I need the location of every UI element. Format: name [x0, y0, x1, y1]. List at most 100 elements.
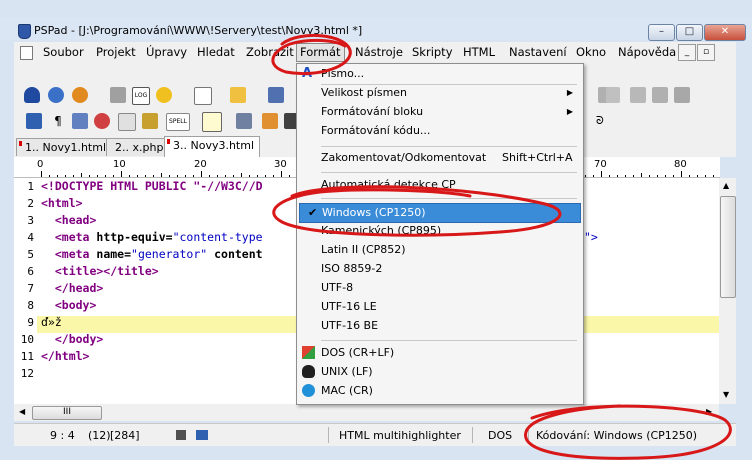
line-number: 1 [27, 180, 34, 193]
save-project-icon[interactable] [72, 87, 88, 103]
tab-novy1[interactable]: 1.. Novy1.html [16, 138, 112, 156]
lock-icon[interactable] [142, 113, 158, 129]
menu-html[interactable]: HTML [463, 45, 495, 59]
scroll-right-arrow-icon[interactable]: ▶ [706, 407, 712, 416]
menu-item-label: Latin II (CP852) [321, 243, 406, 256]
menu-upravy[interactable]: Úpravy [146, 45, 187, 59]
ruler-tick [161, 173, 162, 177]
indent-icon[interactable] [236, 113, 252, 129]
menu-skripty[interactable]: Skripty [412, 45, 453, 59]
save-file-icon[interactable] [268, 87, 284, 103]
cut-icon[interactable] [606, 87, 620, 103]
wrap-icon[interactable] [26, 113, 42, 129]
vertical-scrollbar[interactable]: ▲ ▼ [719, 178, 736, 404]
menu-item-utf8[interactable]: UTF-8 [297, 279, 581, 297]
vertical-scroll-thumb[interactable] [720, 196, 736, 298]
line-number: 2 [27, 197, 34, 210]
ruler-tick [273, 175, 274, 177]
minimize-button[interactable]: – [648, 24, 675, 41]
code-tag: <meta [41, 247, 90, 261]
log-icon[interactable]: LOG [132, 87, 150, 105]
menu-separator [321, 146, 577, 147]
font-a-icon: A [302, 66, 313, 81]
highlighter-icon[interactable] [202, 112, 222, 132]
ruler-tick [185, 175, 186, 177]
menu-nastroje[interactable]: Nástroje [355, 45, 403, 59]
encoding-status[interactable]: Kódování: Windows (CP1250) [536, 429, 697, 442]
menu-item-latin2[interactable]: Latin II (CP852) [297, 241, 581, 259]
menu-item-utf16-be[interactable]: UTF-16 BE [297, 317, 581, 335]
menu-bar: Soubor Projekt Úpravy Hledat Zobrazit Fo… [14, 42, 736, 63]
document-icon[interactable] [20, 46, 33, 60]
menu-item-utf16-le[interactable]: UTF-16 LE [297, 298, 581, 316]
menu-item-windows-cp1250[interactable]: ✔ Windows (CP1250) [299, 203, 581, 223]
spell-check-icon[interactable]: SPELL [166, 113, 190, 131]
horizontal-scrollbar[interactable]: ◀ III ▶ [14, 404, 719, 421]
copy-icon[interactable] [630, 87, 646, 103]
open-file-icon[interactable] [230, 87, 246, 103]
menu-soubor[interactable]: Soubor [43, 45, 84, 59]
ruler-label: 10 [113, 159, 126, 170]
menu-nastaveni[interactable]: Nastavení [509, 45, 567, 59]
menu-item-formatovani-bloku[interactable]: Formátování bloku ▶ [297, 103, 581, 121]
code-line-tail: "> [584, 229, 598, 246]
menu-item-mac[interactable]: MAC (CR) [297, 382, 581, 400]
delete-icon[interactable] [674, 87, 690, 103]
colors-icon[interactable] [94, 113, 110, 129]
scroll-up-arrow-icon[interactable]: ▲ [723, 181, 729, 190]
ruler-tick [585, 175, 586, 177]
code-tag: <head> [41, 213, 97, 227]
ruler-tick [609, 175, 610, 177]
new-file-icon[interactable] [194, 87, 212, 105]
mdi-restore-button[interactable]: ▫ [697, 44, 715, 61]
menu-item-dos[interactable]: DOS (CR+LF) [297, 344, 581, 362]
menu-projekt[interactable]: Projekt [96, 45, 136, 59]
menu-item-auto-detect-cp[interactable]: Automatická detekce CP [297, 176, 581, 194]
scroll-left-arrow-icon[interactable]: ◀ [19, 407, 25, 416]
highlighter-name[interactable]: HTML multihighlighter [339, 429, 461, 442]
tab-novy3[interactable]: 3.. Novy3.html [164, 136, 260, 157]
line-ending-status[interactable]: DOS [488, 429, 512, 442]
maximize-button[interactable]: □ [676, 24, 703, 41]
close-project-icon[interactable] [110, 87, 126, 103]
cursor-position: 9 : 4 [50, 429, 75, 442]
menu-napoveda[interactable]: Nápověda [618, 45, 676, 59]
menu-item-unix[interactable]: UNIX (LF) [297, 363, 581, 381]
new-project-icon[interactable] [24, 87, 40, 103]
horizontal-scroll-thumb[interactable]: III [32, 406, 102, 420]
menu-item-velikost-pismen[interactable]: Velikost písmen ▶ [297, 84, 581, 102]
pspad-app-icon[interactable] [18, 24, 31, 39]
menu-item-pismo[interactable]: A Písmo... [297, 65, 581, 83]
menu-item-formatovani-kodu[interactable]: Formátování kódu... [297, 122, 581, 140]
tab-x-php[interactable]: 2.. x.php [106, 138, 172, 156]
column-icon[interactable] [72, 113, 88, 129]
ruler-tick [233, 175, 234, 177]
ruler-tick [681, 171, 682, 177]
menu-zobrazit[interactable]: Zobrazit [246, 45, 294, 59]
ruler-tick [249, 175, 250, 177]
menu-okno[interactable]: Okno [576, 45, 606, 59]
package-icon[interactable] [262, 113, 278, 129]
paste-icon[interactable] [652, 87, 668, 103]
list-icon[interactable] [118, 113, 136, 131]
ruler-tick [257, 175, 258, 177]
tab-label: 3.. Novy3.html [173, 139, 255, 152]
pilcrow-icon[interactable]: ¶ [50, 113, 66, 129]
ruler-tick [65, 175, 66, 177]
menu-format[interactable]: Formát [296, 43, 345, 62]
menu-item-kamenickych[interactable]: Kamenických (CP895) [297, 222, 581, 240]
ruler-tick [225, 175, 226, 177]
mdi-minimize-button[interactable]: _ [678, 44, 696, 61]
menu-hledat[interactable]: Hledat [197, 45, 235, 59]
glasses-icon[interactable]: ᘐ [596, 113, 612, 129]
scroll-down-arrow-icon[interactable]: ▼ [723, 390, 729, 399]
open-project-icon[interactable] [48, 87, 64, 103]
menu-item-zakomentovat[interactable]: Zakomentovat/Odkomentovat Shift+Ctrl+A [297, 149, 581, 167]
menu-item-label: Písmo... [321, 67, 365, 80]
status-separator [528, 427, 529, 443]
line-number: 11 [20, 350, 34, 363]
settings-gear-icon[interactable] [156, 87, 172, 103]
linux-penguin-icon [302, 365, 315, 378]
close-button[interactable]: ✕ [704, 24, 746, 41]
menu-item-iso-8859-2[interactable]: ISO 8859-2 [297, 260, 581, 278]
